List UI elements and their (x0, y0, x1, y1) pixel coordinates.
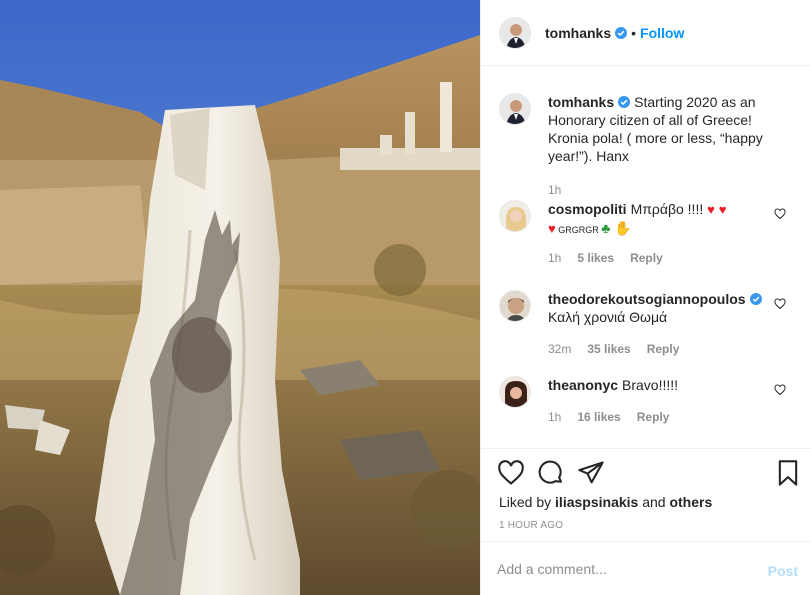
comment-time[interactable]: 1h (548, 408, 561, 426)
comment-time[interactable]: 1h (548, 249, 561, 267)
statue-photo-image (0, 0, 480, 595)
liked-by-text: Liked by iliaspsinakis and others (499, 494, 712, 510)
avatar-image (500, 17, 530, 48)
avatar[interactable] (499, 200, 531, 232)
comment-icon[interactable] (537, 459, 565, 487)
comment-item: cosmopoliti Μπράβο !!!! ♥ ♥ ♥ GRGRGR ♣ ✋ … (499, 200, 794, 267)
red-heart-emoji-icon: ♥ (718, 202, 727, 217)
avatar[interactable] (499, 16, 531, 49)
header-separator: • (631, 24, 637, 41)
action-icons-row (497, 459, 802, 489)
verified-badge-icon (749, 293, 762, 305)
comment-meta: 1h 16 likes Reply (548, 408, 794, 426)
four-leaf-clover-emoji-icon: ♣ (601, 220, 611, 236)
comment-username[interactable]: theodorekoutsogiannopoulos (548, 291, 746, 307)
comment-username[interactable]: cosmopoliti (548, 201, 627, 217)
avatar[interactable] (499, 93, 531, 125)
post-header: tomhanks • Follow (481, 0, 810, 66)
liked-joiner: and (642, 494, 666, 510)
reply-button[interactable]: Reply (647, 340, 680, 358)
reply-button[interactable]: Reply (637, 408, 670, 426)
heart-icon[interactable] (497, 459, 525, 487)
caption-meta: 1h (548, 181, 794, 199)
comment-likes[interactable]: 35 likes (587, 340, 630, 358)
avatar-image (500, 291, 530, 321)
liked-by-username[interactable]: iliaspsinakis (555, 494, 638, 510)
folded-hands-emoji-icon: ✋ (614, 220, 632, 236)
header-username[interactable]: tomhanks (545, 25, 611, 41)
avatar-image (500, 201, 530, 231)
liked-others-link[interactable]: others (669, 494, 712, 510)
avatar[interactable] (499, 376, 531, 408)
post-photo[interactable] (0, 0, 480, 595)
comment-text: Bravo!!!!! (622, 377, 679, 393)
avatar-image (500, 94, 530, 124)
comment-body: cosmopoliti Μπράβο !!!! ♥ ♥ ♥ GRGRGR ♣ ✋ … (548, 200, 794, 267)
add-comment-bar: Post (481, 541, 810, 595)
post-comment-button[interactable]: Post (768, 563, 798, 579)
red-heart-emoji-icon: ♥ (707, 202, 715, 217)
caption: tomhanks Starting 2020 as an Honorary cit… (499, 93, 794, 199)
comment-likes[interactable]: 16 likes (577, 408, 620, 426)
comment-text: GRGRGR (555, 225, 602, 235)
comments-list[interactable]: tomhanks Starting 2020 as an Honorary cit… (481, 66, 810, 448)
add-comment-input[interactable] (497, 556, 747, 582)
post-side-panel: tomhanks • Follow tomhanks Starting 2020 … (480, 0, 810, 595)
comment-username[interactable]: theanonyc (548, 377, 618, 393)
comment-body: theodorekoutsogiannopoulos Καλή χρονιά Θ… (548, 290, 794, 358)
caption-time[interactable]: 1h (548, 181, 561, 199)
like-comment-heart-icon[interactable] (774, 298, 786, 310)
bookmark-icon[interactable] (774, 459, 802, 487)
comment-text: Μπράβο !!!! (630, 201, 708, 217)
like-comment-heart-icon[interactable] (774, 208, 786, 220)
caption-body: tomhanks Starting 2020 as an Honorary cit… (548, 93, 794, 199)
post-timestamp[interactable]: 1 HOUR AGO (499, 520, 563, 531)
comment-text: Καλή χρονιά Θωμά (548, 309, 668, 325)
reply-button[interactable]: Reply (630, 249, 663, 267)
comment-item: theanonyc Bravo!!!!! 1h 16 likes Reply (499, 376, 794, 426)
comment-body: theanonyc Bravo!!!!! 1h 16 likes Reply (548, 376, 794, 426)
share-icon[interactable] (577, 459, 605, 487)
comment-item: theodorekoutsogiannopoulos Καλή χρονιά Θ… (499, 290, 794, 358)
comment-time[interactable]: 32m (548, 340, 571, 358)
verified-badge-icon (615, 26, 628, 39)
comment-meta: 32m 35 likes Reply (548, 340, 794, 358)
avatar[interactable] (499, 290, 531, 322)
verified-badge-icon (618, 96, 631, 108)
follow-button[interactable]: Follow (640, 25, 684, 41)
comment-meta: 1h 5 likes Reply (548, 249, 794, 267)
red-heart-emoji-icon: ♥ (548, 221, 556, 236)
liked-prefix: Liked by (499, 494, 552, 510)
avatar-image (500, 377, 530, 407)
caption-username[interactable]: tomhanks (548, 94, 614, 110)
comment-likes[interactable]: 5 likes (577, 249, 614, 267)
post-actions: Liked by iliaspsinakis and others 1 HOUR… (481, 448, 810, 540)
like-comment-heart-icon[interactable] (774, 384, 786, 396)
